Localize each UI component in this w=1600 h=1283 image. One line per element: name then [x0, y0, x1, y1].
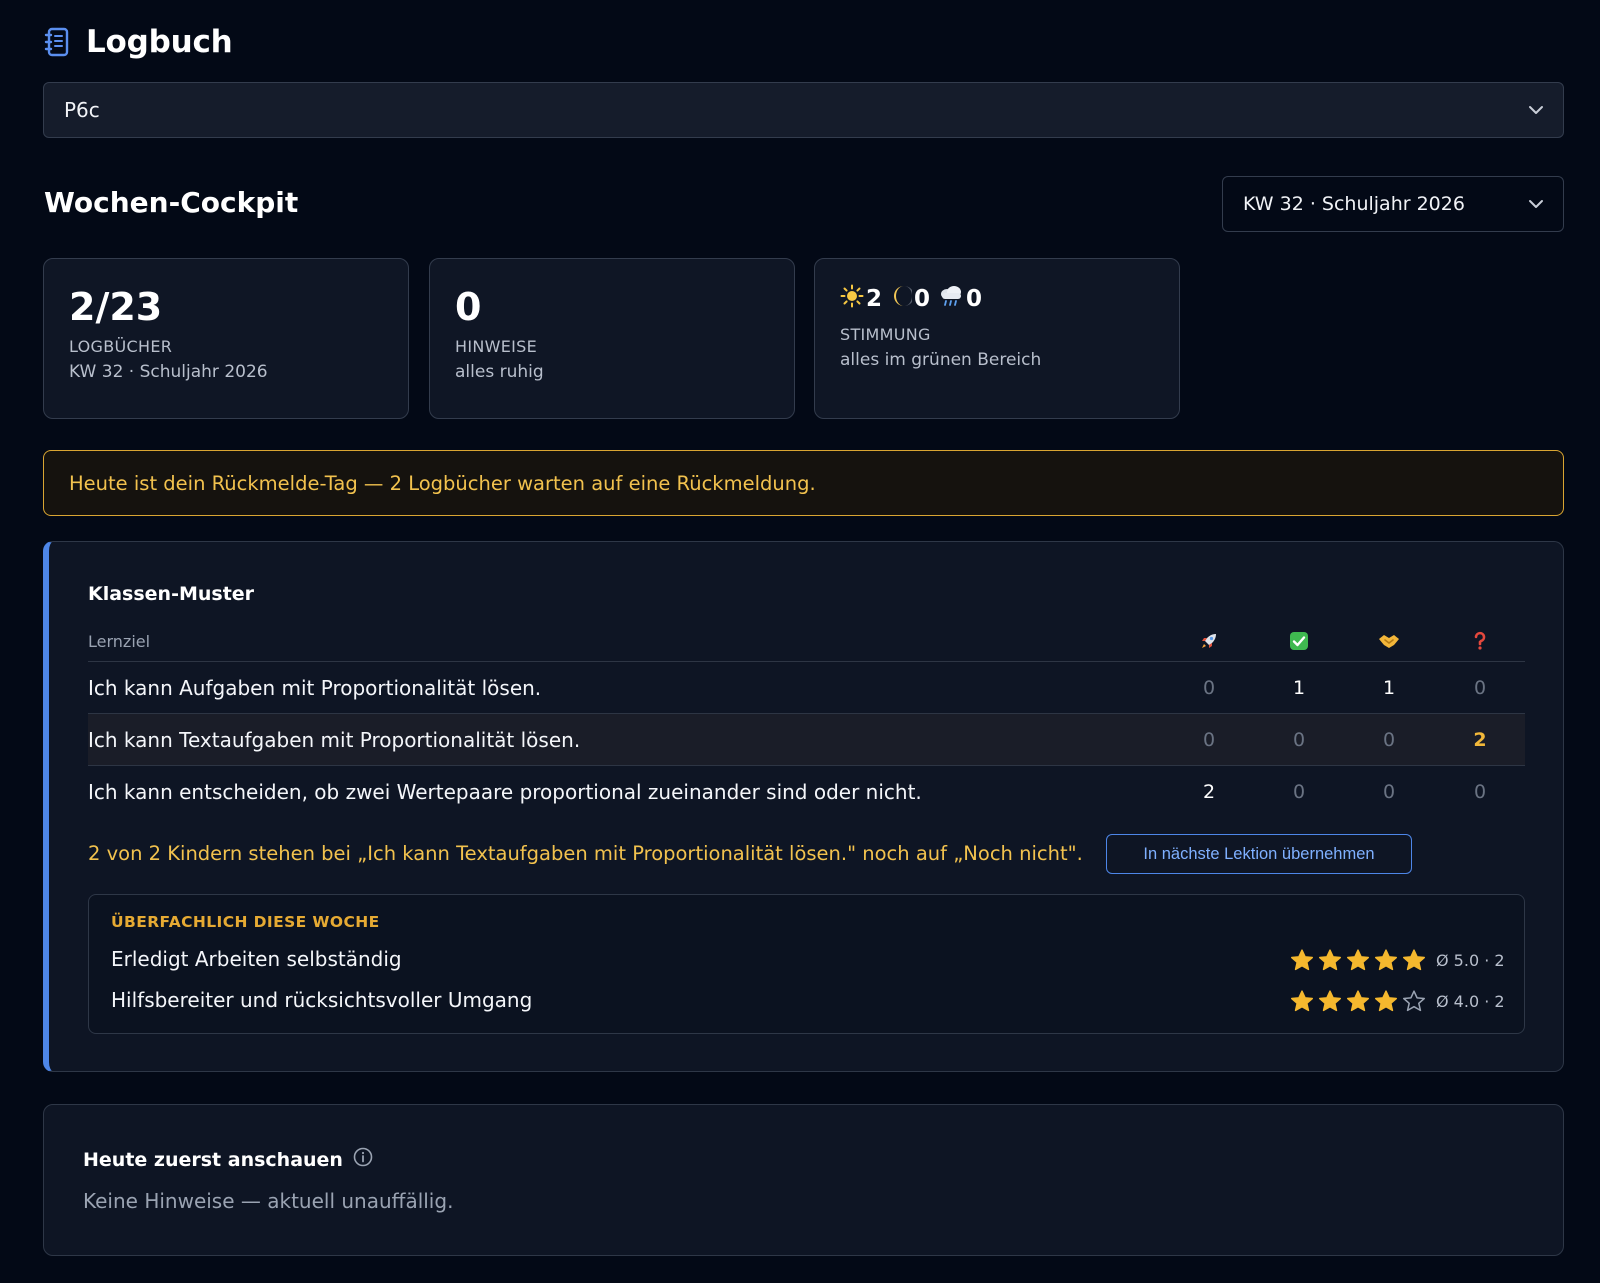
feedback-day-banner: Heute ist dein Rückmelde-Tag — 2 Logbüch…: [43, 450, 1564, 516]
stat-label: STIMMUNG: [840, 325, 931, 344]
rating-summary: Ø 4.0 · 2: [1436, 991, 1505, 1011]
star-filled-icon: [1374, 949, 1398, 971]
stat-card-logbuecher: 2/23 LOGBÜCHER KW 32 · Schuljahr 2026: [43, 258, 409, 419]
mood-summary: 2 0 0: [840, 283, 1154, 315]
page-title: Logbuch: [86, 24, 233, 60]
check-icon: [1284, 630, 1314, 652]
ueberfachlich-title: ÜBERFACHLICH DIESE WOCHE: [111, 913, 380, 931]
question-icon: [1465, 630, 1495, 652]
count-question: 2: [1473, 728, 1487, 751]
class-select-value: P6c: [64, 98, 100, 122]
rating-stars: [1290, 947, 1426, 973]
chevron-down-icon: [1527, 101, 1545, 119]
stat-card-stimmung: 2 0 0 STIMMUNG alles im grünen Bereich: [814, 258, 1180, 419]
count-rocket: 0: [1202, 728, 1216, 751]
pattern-hint: 2 von 2 Kindern stehen bei „Ich kann Tex…: [88, 842, 1083, 865]
stat-sub: alles ruhig: [455, 362, 544, 382]
heute-empty-text: Keine Hinweise — aktuell unauffällig.: [83, 1189, 454, 1213]
column-header-lernziel: Lernziel: [88, 632, 151, 651]
stat-sub: alles im grünen Bereich: [840, 350, 1042, 370]
star-filled-icon: [1346, 949, 1370, 971]
stat-sub: KW 32 · Schuljahr 2026: [69, 362, 268, 382]
count-handshake: 0: [1382, 728, 1396, 751]
table-row: Ich kann Textaufgaben mit Proportionalit…: [88, 714, 1525, 765]
notebook-icon: [44, 27, 70, 57]
adopt-next-lesson-button[interactable]: In nächste Lektion übernehmen: [1106, 834, 1412, 874]
count-rocket: 0: [1202, 676, 1216, 699]
star-filled-icon: [1290, 990, 1314, 1012]
count-rocket: 2: [1202, 780, 1216, 803]
mood-count-rain: 0: [966, 286, 983, 312]
stat-value: 0: [455, 285, 482, 329]
star-filled-icon: [1290, 949, 1314, 971]
table-row: Ich kann Aufgaben mit Proportionalität l…: [88, 662, 1525, 713]
heute-title: Heute zuerst anschauen: [83, 1148, 343, 1171]
star-filled-icon: [1402, 949, 1426, 971]
rocket-icon: [1194, 630, 1224, 652]
star-empty-icon: [1402, 990, 1426, 1012]
cockpit-title: Wochen-Cockpit: [44, 186, 299, 219]
star-filled-icon: [1374, 990, 1398, 1012]
info-icon[interactable]: [353, 1147, 373, 1172]
stat-label: LOGBÜCHER: [69, 337, 173, 356]
chevron-down-icon: [1527, 195, 1545, 213]
count-check: 0: [1292, 780, 1306, 803]
count-question: 0: [1473, 780, 1487, 803]
count-check: 0: [1292, 728, 1306, 751]
moon-icon: [890, 284, 915, 314]
handshake-icon: [1374, 630, 1404, 652]
klassen-muster-title: Klassen-Muster: [88, 583, 255, 605]
stat-value: 2/23: [69, 285, 163, 329]
mood-count-moon: 0: [914, 286, 931, 312]
heute-panel: [43, 1104, 1564, 1256]
banner-text: Heute ist dein Rückmelde-Tag — 2 Logbüch…: [69, 471, 816, 495]
sun-icon: [840, 284, 864, 314]
week-select-value: KW 32 · Schuljahr 2026: [1243, 193, 1465, 215]
count-question: 0: [1473, 676, 1487, 699]
rating-summary: Ø 5.0 · 2: [1436, 950, 1505, 970]
count-handshake: 1: [1382, 676, 1396, 699]
count-handshake: 0: [1382, 780, 1396, 803]
mood-count-sun: 2: [866, 286, 883, 312]
stat-card-hinweise: 0 HINWEISE alles ruhig: [429, 258, 795, 419]
star-filled-icon: [1318, 949, 1342, 971]
heute-title-row: Heute zuerst anschauen: [83, 1147, 373, 1172]
page-header: Logbuch: [44, 24, 233, 60]
count-check: 1: [1292, 676, 1306, 699]
trait-label: Hilfsbereiter und rücksichtsvoller Umgan…: [111, 988, 533, 1012]
stat-label: HINWEISE: [455, 337, 538, 356]
star-filled-icon: [1346, 990, 1370, 1012]
star-filled-icon: [1318, 990, 1342, 1012]
rating-stars: [1290, 988, 1426, 1014]
class-select[interactable]: P6c: [43, 82, 1564, 138]
table-row: Ich kann entscheiden, ob zwei Wertepaare…: [88, 766, 1525, 817]
week-select[interactable]: KW 32 · Schuljahr 2026: [1222, 176, 1564, 232]
rain-cloud-icon: [938, 284, 964, 314]
trait-label: Erledigt Arbeiten selbständig: [111, 947, 402, 971]
